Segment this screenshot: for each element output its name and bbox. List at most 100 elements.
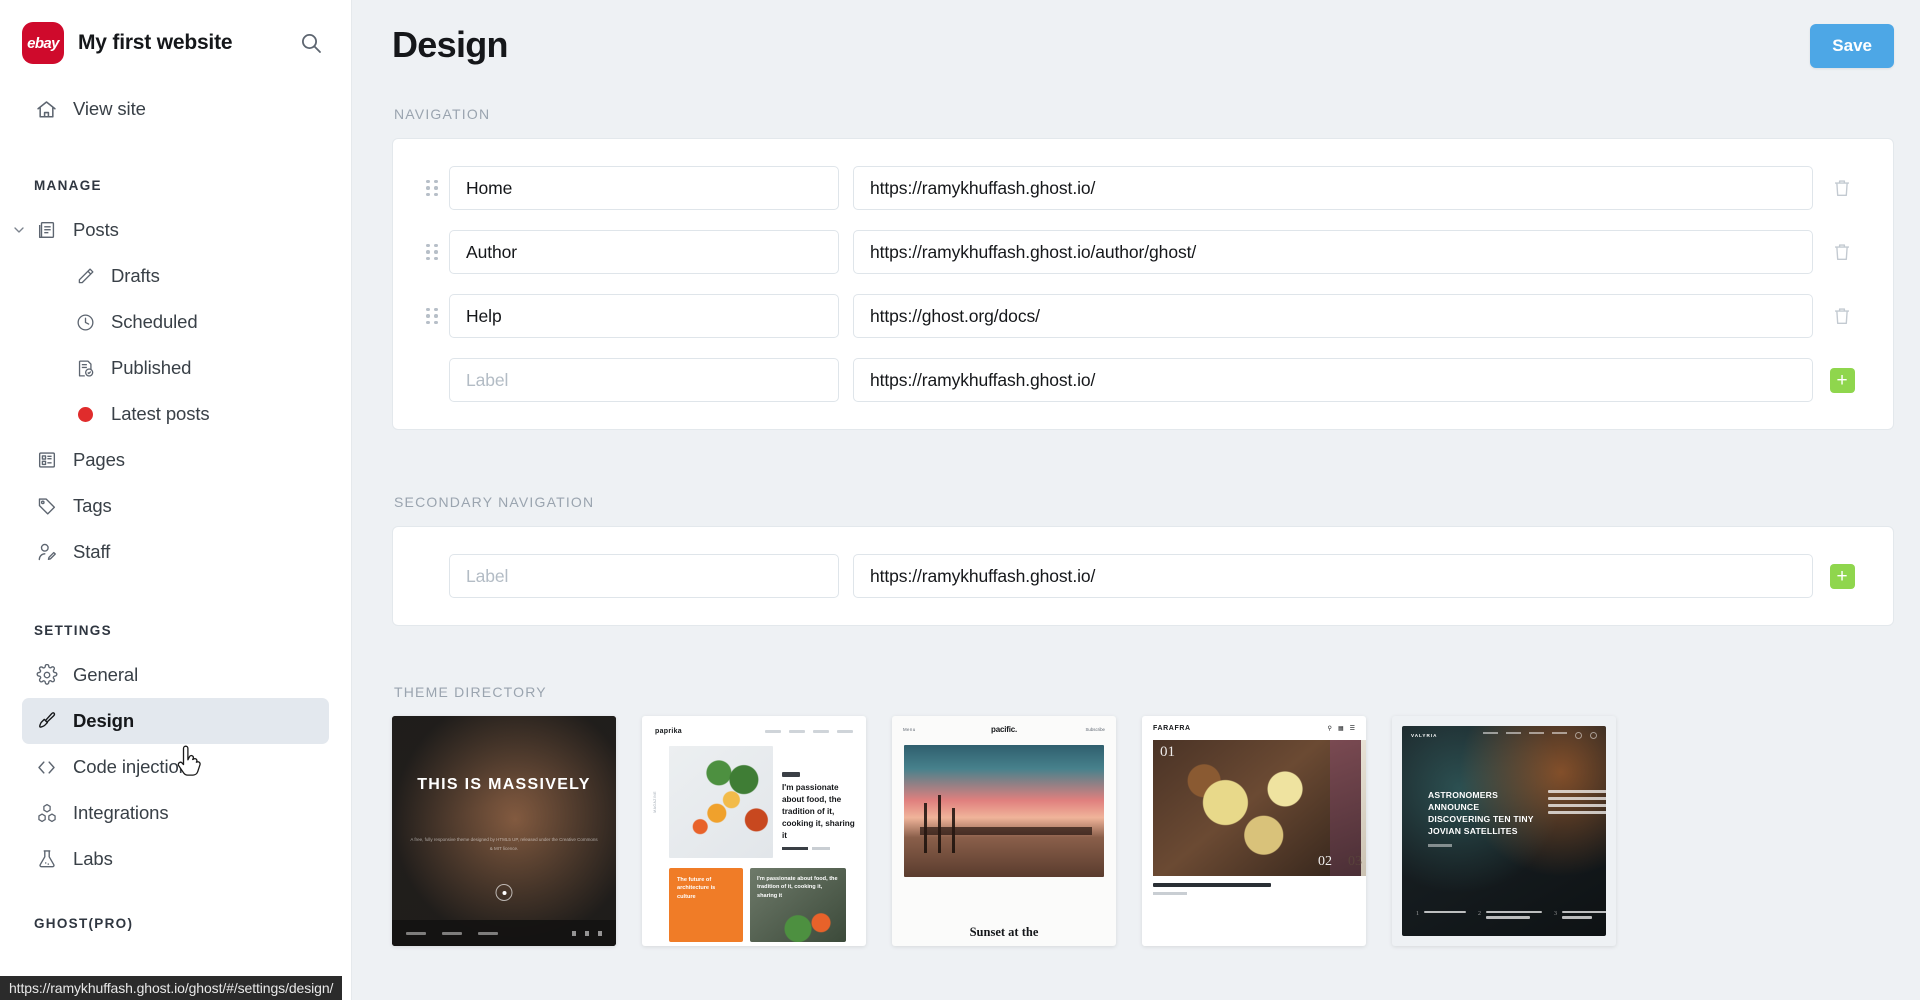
secondary-nav-label-input[interactable]	[449, 554, 839, 598]
sidebar-brand[interactable]: ebay My first website	[0, 0, 351, 82]
theme-nav-links	[765, 730, 853, 733]
sidebar-item-general[interactable]: General	[22, 652, 329, 698]
trash-icon[interactable]	[1831, 241, 1853, 263]
sidebar-item-label: General	[73, 664, 138, 686]
sidebar-item-label: Code injection	[73, 756, 189, 778]
theme-hero-image: VALYRIA ASTRONOMERS ANNOUNCE DISCOVERING…	[1402, 726, 1606, 936]
list-item: 2	[1478, 911, 1542, 922]
page-header: Design Save	[392, 0, 1894, 96]
theme-topbar: Menu pacific. Subscribe	[892, 716, 1116, 742]
theme-headline: Sunset at the	[892, 925, 1116, 940]
nav-url-input-new[interactable]	[853, 358, 1813, 402]
sidebar-item-design[interactable]: Design	[22, 698, 329, 744]
theme-excerpt-block	[1548, 790, 1606, 818]
page-title: Design	[392, 24, 508, 66]
chevron-down-icon[interactable]	[10, 221, 28, 239]
theme-card-valyria[interactable]: VALYRIA ASTRONOMERS ANNOUNCE DISCOVERING…	[1392, 716, 1616, 946]
theme-card-farafra[interactable]: FARAFRA ⚲ ▦ ☰ 01 02 03	[1142, 716, 1366, 946]
drag-handle-icon[interactable]	[415, 180, 449, 197]
sidebar-item-label: Labs	[73, 848, 113, 870]
theme-card-pacific[interactable]: Menu pacific. Subscribe Sunset at the	[892, 716, 1116, 946]
theme-tag-badge	[782, 772, 800, 777]
ebay-logo-text: ebay	[27, 35, 59, 52]
sidebar-item-scheduled[interactable]: Scheduled	[22, 299, 329, 345]
theme-nav-links	[1483, 732, 1597, 739]
sidebar-item-drafts[interactable]: Drafts	[22, 253, 329, 299]
theme-card-massively[interactable]: THIS IS MASSIVELY A free, fully responsi…	[392, 716, 616, 946]
site-title: My first website	[78, 31, 283, 55]
secondary-nav-url-input[interactable]	[853, 554, 1813, 598]
nav-label-input[interactable]	[449, 294, 839, 338]
nav-url-input[interactable]	[853, 294, 1813, 338]
navigation-row	[415, 161, 1871, 215]
add-nav-item-button[interactable]: +	[1830, 368, 1855, 393]
theme-headline-block: ASTRONOMERS ANNOUNCE DISCOVERING TEN TIN…	[1428, 790, 1536, 847]
theme-hero-image	[392, 716, 616, 946]
sidebar: ebay My first website View site MANAG	[0, 0, 352, 1000]
trash-icon[interactable]	[1831, 177, 1853, 199]
navigation-card: +	[392, 138, 1894, 430]
sidebar-item-pages[interactable]: Pages	[22, 437, 329, 483]
nav-url-input[interactable]	[853, 230, 1813, 274]
sidebar-item-integrations[interactable]: Integrations	[22, 790, 329, 836]
document-check-icon	[74, 356, 97, 381]
tag-icon	[34, 494, 59, 519]
code-brackets-icon	[34, 755, 59, 780]
sidebar-section-manage: MANAGE	[0, 178, 351, 193]
document-stack-icon	[34, 218, 59, 243]
sidebar-nav: View site MANAGE Posts	[0, 82, 351, 1000]
status-bar-url: https://ramykhuffash.ghost.io/ghost/#/se…	[9, 980, 333, 996]
sidebar-item-label: Latest posts	[111, 403, 210, 425]
pages-icon	[34, 448, 59, 473]
nav-row-action	[1813, 241, 1871, 263]
sidebar-item-tags[interactable]: Tags	[22, 483, 329, 529]
nav-row-action	[1813, 177, 1871, 199]
nav-label-input-new[interactable]	[449, 358, 839, 402]
theme-card-text: The future of architecture is culture	[677, 876, 735, 901]
sidebar-item-posts[interactable]: Posts	[22, 207, 329, 253]
sidebar-item-labs[interactable]: Labs	[22, 836, 329, 882]
theme-topbar: VALYRIA	[1402, 726, 1606, 744]
user-edit-icon	[34, 540, 59, 565]
sidebar-item-published[interactable]: Published	[22, 345, 329, 391]
cubes-icon	[34, 801, 59, 826]
secondary-nav-row-action: +	[1813, 564, 1871, 589]
gear-icon	[34, 663, 59, 688]
theme-directory-section-label: THEME DIRECTORY	[394, 684, 1894, 700]
theme-hero-image	[904, 745, 1104, 877]
pencil-icon	[74, 264, 97, 289]
theme-brand: pacific.	[892, 725, 1116, 734]
nav-url-input[interactable]	[853, 166, 1813, 210]
grid-icon: ▦	[1338, 725, 1344, 732]
trash-icon[interactable]	[1831, 305, 1853, 327]
secondary-navigation-card: +	[392, 526, 1894, 626]
theme-slide-number: 02	[1318, 854, 1332, 870]
drag-handle-icon[interactable]	[415, 308, 449, 325]
nav-label-input[interactable]	[449, 166, 839, 210]
theme-brand: FARAFRA	[1153, 725, 1191, 732]
nav-label-input[interactable]	[449, 230, 839, 274]
flask-icon	[34, 847, 59, 872]
sidebar-item-code-injection[interactable]: Code injection	[22, 744, 329, 790]
theme-photo	[669, 746, 773, 858]
save-button[interactable]: Save	[1810, 24, 1894, 68]
drag-handle-icon[interactable]	[415, 244, 449, 261]
sidebar-item-staff[interactable]: Staff	[22, 529, 329, 575]
nav-row-action: +	[1813, 368, 1871, 393]
add-secondary-nav-item-button[interactable]: +	[1830, 564, 1855, 589]
sidebar-item-latest-posts[interactable]: Latest posts	[22, 391, 329, 437]
sidebar-item-view-site[interactable]: View site	[22, 86, 329, 132]
scroll-down-icon	[496, 884, 513, 901]
theme-card-paprika[interactable]: paprika MAGAZINE I'm passionate about fo…	[642, 716, 866, 946]
theme-vertical-label: MAGAZINE	[653, 746, 660, 858]
clock-icon	[74, 310, 97, 335]
theme-hero-image: 01 02 03	[1153, 740, 1366, 876]
sidebar-item-label: View site	[73, 98, 146, 120]
theme-footer-bar	[392, 920, 616, 946]
search-icon[interactable]	[297, 29, 325, 57]
sidebar-item-label: Scheduled	[111, 311, 198, 333]
sidebar-item-label: Pages	[73, 449, 125, 471]
theme-topbar: paprika	[642, 716, 866, 746]
sidebar-section-settings: SETTINGS	[0, 623, 351, 638]
theme-card-orange: The future of architecture is culture	[669, 868, 743, 942]
